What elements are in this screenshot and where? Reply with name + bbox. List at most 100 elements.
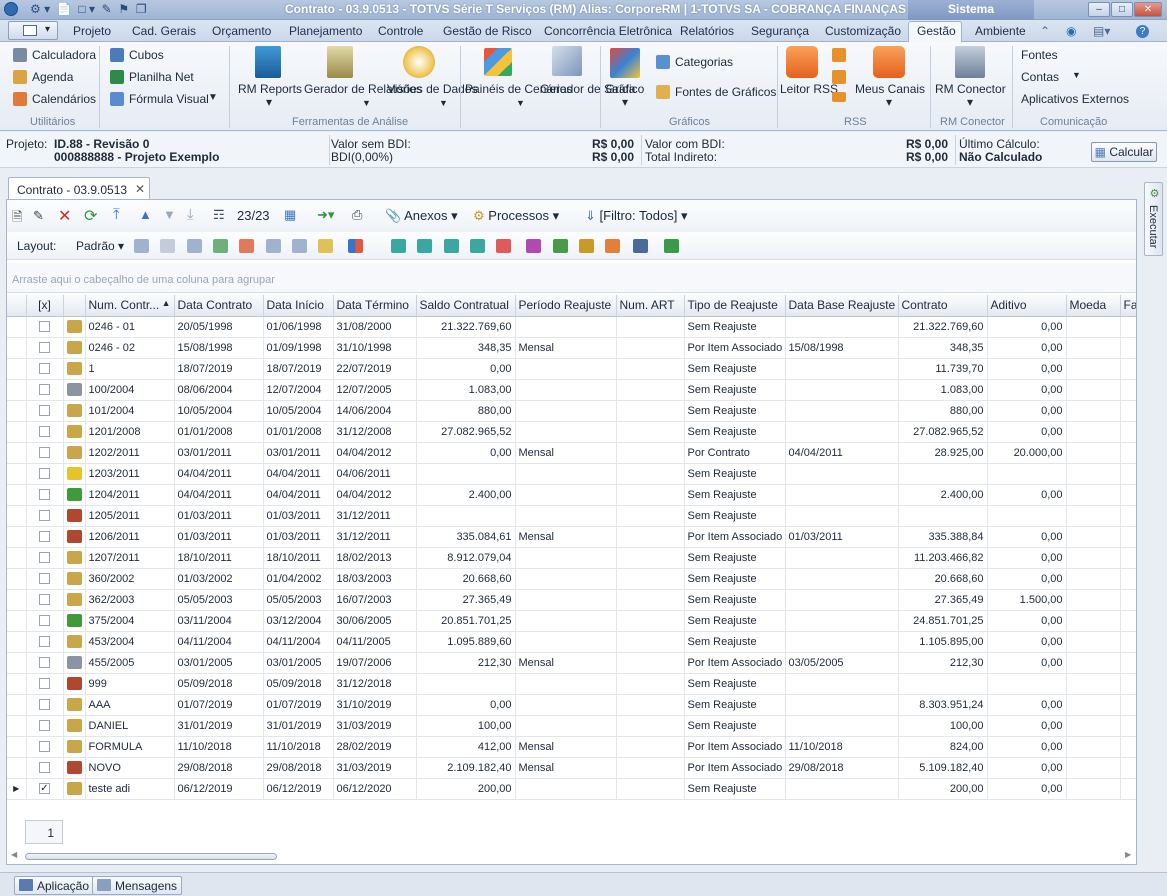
gerador-relatorios-button[interactable]: Gerador de Relatórios: [304, 83, 422, 96]
table-row[interactable]: DANIEL 31/01/2019 31/01/2019 31/03/2019 100,…: [7, 715, 1136, 737]
menu-concorrencia-eletronica[interactable]: Concorrência Eletrônica: [544, 24, 672, 38]
row-indicator[interactable]: [7, 568, 27, 590]
column-num-art[interactable]: Num. ART: [616, 295, 685, 317]
row-indicator[interactable]: [7, 547, 27, 569]
checkbox[interactable]: [39, 468, 50, 480]
application-menu-button[interactable]: ▾: [8, 21, 58, 40]
row-indicator[interactable]: ▶: [7, 778, 27, 800]
app-orb-icon[interactable]: [4, 2, 18, 16]
grafico-button[interactable]: Gráfico ▾: [603, 83, 647, 109]
rss-badge-icon[interactable]: [832, 92, 846, 102]
row-select-checkbox[interactable]: [26, 715, 64, 737]
column-contrato[interactable]: Contrato: [898, 295, 988, 317]
row-indicator[interactable]: [7, 316, 27, 338]
checkbox[interactable]: [39, 426, 50, 438]
horizontal-scrollbar[interactable]: ◀ ▶: [11, 850, 1134, 862]
delete-icon[interactable]: ✕: [58, 206, 71, 226]
row-indicator[interactable]: [7, 463, 27, 485]
column-fa[interactable]: Fa: [1120, 295, 1136, 317]
row-select-checkbox[interactable]: [26, 400, 64, 422]
row-select-checkbox[interactable]: [26, 736, 64, 758]
table-row[interactable]: 1201/2008 01/01/2008 01/01/2008 31/12/2008 2…: [7, 421, 1136, 443]
fontes-graficos-button[interactable]: Fontes de Gráficos: [675, 85, 776, 99]
checkbox[interactable]: [39, 720, 50, 732]
column-select[interactable]: [x]: [26, 295, 64, 317]
row-select-checkbox[interactable]: [26, 484, 64, 506]
menu-cad-gerais[interactable]: Cad. Gerais: [132, 24, 196, 38]
leitor-rss-button[interactable]: Leitor RSS: [780, 83, 838, 96]
calculator-tool-icon[interactable]: [633, 239, 648, 253]
calculadora-button[interactable]: Calculadora: [32, 48, 96, 62]
first-record-icon[interactable]: ⤒: [113, 206, 120, 223]
edit-icon[interactable]: ✎: [33, 208, 44, 224]
chevron-down-icon[interactable]: ▼: [1072, 70, 1081, 80]
anexos-button[interactable]: 📎 Anexos ▾: [385, 208, 458, 224]
row-select-checkbox[interactable]: [26, 442, 64, 464]
row-indicator[interactable]: [7, 526, 27, 548]
menu-planejamento[interactable]: Planejamento: [289, 24, 362, 38]
checkbox[interactable]: [39, 678, 50, 690]
view-form-icon[interactable]: [417, 239, 432, 253]
previous-record-icon[interactable]: ▲: [139, 207, 152, 222]
scroll-right-icon[interactable]: ▶: [1125, 850, 1131, 859]
column-data-base-reajuste[interactable]: Data Base Reajuste: [785, 295, 899, 317]
last-record-icon[interactable]: ⤓: [187, 206, 194, 223]
table-row[interactable]: 360/2002 01/03/2002 01/04/2002 18/03/2003 20…: [7, 568, 1136, 590]
table-row[interactable]: 0246 - 02 15/08/1998 01/09/1998 31/10/1998 3…: [7, 337, 1136, 359]
menu-controle[interactable]: Controle: [378, 24, 423, 38]
layout-save-icon[interactable]: [134, 239, 149, 253]
column-saldo-contratual[interactable]: Saldo Contratual: [416, 295, 516, 317]
checkbox[interactable]: [39, 321, 50, 333]
group-by-area[interactable]: Arraste aqui o cabeçalho de uma coluna p…: [7, 263, 1136, 293]
fontes-button[interactable]: Fontes: [1021, 48, 1058, 62]
contas-button[interactable]: Contas: [1021, 70, 1059, 84]
scroll-thumb[interactable]: [25, 853, 277, 860]
formula-visual-button[interactable]: Fórmula Visual: [129, 92, 209, 106]
chevron-down-icon[interactable]: ▼: [516, 98, 525, 108]
planilha-net-button[interactable]: Planilha Net: [129, 70, 194, 84]
refresh-icon[interactable]: ⟳: [84, 206, 97, 226]
scroll-left-icon[interactable]: ◀: [11, 850, 17, 859]
row-indicator[interactable]: [7, 715, 27, 737]
checkbox[interactable]: [39, 699, 50, 711]
help-icon[interactable]: ?: [1136, 25, 1149, 38]
row-select-checkbox[interactable]: [26, 610, 64, 632]
menu-gestao-de-risco[interactable]: Gestão de Risco: [443, 24, 532, 38]
row-select-checkbox[interactable]: [26, 631, 64, 653]
system-tab[interactable]: Sistema: [908, 0, 1034, 20]
row-select-checkbox[interactable]: [26, 652, 64, 674]
checkbox[interactable]: [39, 342, 50, 354]
table-row[interactable]: 362/2003 05/05/2003 05/05/2003 16/07/2003 27…: [7, 589, 1136, 611]
view-detail-icon[interactable]: [470, 239, 485, 253]
row-indicator[interactable]: [7, 673, 27, 695]
row-select-checkbox[interactable]: [26, 673, 64, 695]
rm-conector-button[interactable]: RM Conector ▾: [935, 83, 1006, 109]
row-indicator[interactable]: [7, 652, 27, 674]
checkbox[interactable]: [39, 594, 50, 606]
quick-access-icons[interactable]: ⚙ ▾ 📄 □ ▾ ✎ ⚑ ❐: [30, 2, 147, 18]
globe-icon[interactable]: ◉: [1066, 24, 1076, 38]
chevron-down-icon[interactable]: ▼: [208, 92, 218, 103]
checkbox[interactable]: [39, 657, 50, 669]
table-row[interactable]: 100/2004 08/06/2004 12/07/2004 12/07/2005 1.…: [7, 379, 1136, 401]
row-select-checkbox[interactable]: [26, 757, 64, 779]
checkbox[interactable]: [39, 573, 50, 585]
column-periodo-reajuste[interactable]: Período Reajuste: [515, 295, 617, 317]
row-select-checkbox[interactable]: [26, 589, 64, 611]
meus-canais-button[interactable]: Meus Canais ▾: [855, 83, 925, 109]
column-aditivo[interactable]: Aditivo: [987, 295, 1067, 317]
mensagens-tab[interactable]: Mensagens: [92, 876, 183, 895]
visoes-dados-button[interactable]: Visões de Dados: [387, 83, 478, 96]
table-row[interactable]: 101/2004 10/05/2004 10/05/2004 14/06/2004 88…: [7, 400, 1136, 422]
highlight-icon[interactable]: [318, 239, 333, 253]
table-row[interactable]: 1203/2011 04/04/2011 04/04/2011 04/06/2011 S…: [7, 463, 1136, 485]
tools-icon[interactable]: [579, 239, 594, 253]
column-data-contrato[interactable]: Data Contrato: [174, 295, 264, 317]
table-row[interactable]: 999 05/09/2018 05/09/2018 31/12/2018 Sem Rea…: [7, 673, 1136, 695]
page-number[interactable]: 1: [25, 820, 63, 844]
gerador-saida-button[interactable]: Gerador de Saída: [540, 83, 635, 96]
export-icon[interactable]: ➜▾: [317, 207, 334, 223]
chart-dropdown-icon[interactable]: [348, 239, 363, 253]
table-row[interactable]: 0246 - 01 20/05/1998 01/06/1998 31/08/2000 2…: [7, 316, 1136, 338]
padrao-dropdown[interactable]: Padrão ▾: [76, 239, 124, 253]
